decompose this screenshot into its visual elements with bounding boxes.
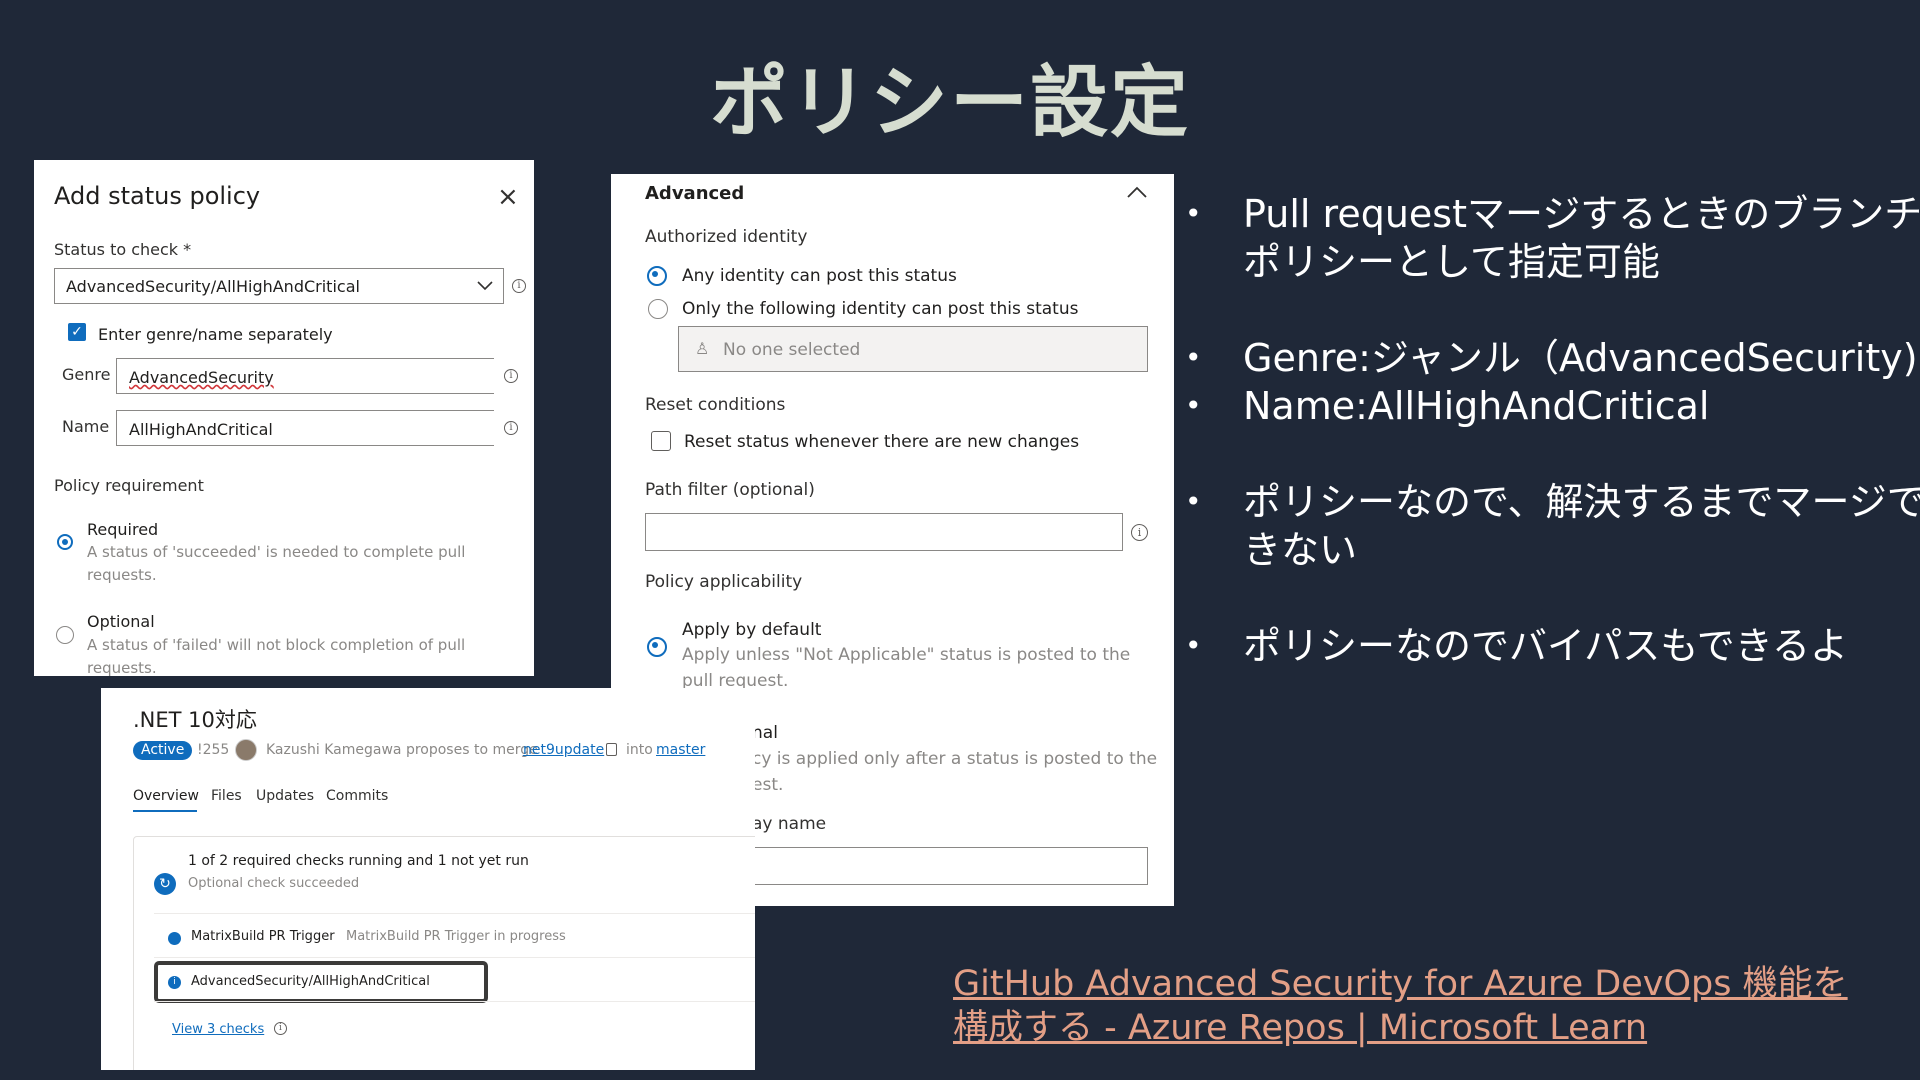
identity-placeholder: No one selected [723,340,861,360]
in-progress-icon [168,932,181,945]
chevron-up-icon[interactable] [1127,186,1147,198]
check-1-name[interactable]: MatrixBuild PR Trigger [191,929,335,944]
bullet-text: Genre:ジャンル（AdvancedSecurity) [1243,336,1918,380]
checks-card: ↻ 1 of 2 required checks running and 1 n… [133,836,755,1070]
only-identity-radio[interactable] [648,299,668,319]
genre-value: AdvancedSecurity [129,368,274,387]
bullet-text: ポリシーなのでバイパスもできるよ [1243,624,1848,668]
bullet-text: Pull requestマージするときのブランチ [1243,192,1920,236]
any-identity-label: Any identity can post this status [682,266,957,286]
bullet-text: ポリシーなので、解決するまでマージで [1243,480,1920,524]
name-input[interactable]: AllHighAndCritical [116,410,494,446]
tab-updates[interactable]: Updates [256,788,314,804]
reset-status-label: Reset status whenever there are new chan… [684,432,1080,452]
pr-author-text: Kazushi Kamegawa proposes to merge [266,742,538,758]
apply-default-radio[interactable] [647,637,667,657]
pr-title: .NET 10対応 [133,708,257,732]
person-icon: ♙ [695,339,710,358]
divider [154,1001,755,1002]
info-icon[interactable]: i [504,421,518,435]
dialog-title: Add status policy [54,182,261,210]
add-status-policy-dialog: Add status policy × Status to check * Ad… [34,160,534,676]
only-identity-label: Only the following identity can post thi… [682,299,1079,319]
check-1-status: MatrixBuild PR Trigger in progress [346,929,566,944]
optional-label: Optional [87,612,155,631]
separate-checkbox-label: Enter genre/name separately [98,325,333,344]
required-description-2: requests. [87,566,157,584]
advanced-header: Advanced [645,183,745,204]
status-value: AdvancedSecurity/AllHighAndCritical [66,277,360,296]
genre-input[interactable]: AdvancedSecurity [116,358,494,394]
path-filter-label: Path filter (optional) [645,480,815,500]
required-description: A status of 'succeeded' is needed to com… [87,543,466,561]
optional-radio[interactable] [56,626,74,644]
bullet-text: きない [1243,528,1358,572]
conditional-description-2: est. [752,775,784,795]
name-label: Name [62,417,110,436]
checks-subtitle: Optional check succeeded [188,876,360,891]
bullet-dot: • [1185,197,1202,230]
tab-files[interactable]: Files [211,788,242,804]
authorized-identity-label: Authorized identity [645,227,808,247]
reset-status-checkbox[interactable] [651,431,671,451]
copy-icon[interactable] [606,743,617,756]
tab-commits[interactable]: Commits [326,788,388,804]
into-text: into [626,742,653,758]
tab-overview[interactable]: Overview [133,788,199,804]
divider [154,913,755,914]
bullet-text: Name:AllHighAndCritical [1243,384,1710,428]
path-filter-input[interactable] [645,513,1123,551]
divider [154,957,755,958]
any-identity-radio[interactable] [647,266,667,286]
name-value: AllHighAndCritical [129,420,273,439]
target-branch-link[interactable]: master [656,742,705,758]
docs-link[interactable]: GitHub Advanced Security for Azure DevOp… [953,962,1848,1050]
reset-conditions-label: Reset conditions [645,395,786,415]
separate-checkbox[interactable]: ✓ [68,323,86,341]
policy-requirement-label: Policy requirement [54,476,204,495]
apply-default-description: Apply unless "Not Applicable" status is … [682,645,1131,665]
conditional-description: cy is applied only after a status is pos… [752,749,1158,769]
display-name-label: ay name [752,814,827,834]
check-2-name[interactable]: AdvancedSecurity/AllHighAndCritical [191,974,430,989]
status-to-check-dropdown[interactable]: AdvancedSecurity/AllHighAndCritical [54,268,504,304]
genre-label: Genre [62,365,111,384]
checks-summary: 1 of 2 required checks running and 1 not… [188,853,529,869]
optional-description-2: requests. [87,659,157,676]
close-icon[interactable]: × [497,184,519,210]
optional-description: A status of 'failed' will not block comp… [87,636,466,654]
conditional-label: nal [752,723,778,743]
bullet-dot: • [1185,485,1202,518]
bullet-dot: • [1185,629,1202,662]
pull-request-panel: .NET 10対応 Active !255 Kazushi Kamegawa p… [101,688,755,1070]
info-icon[interactable]: i [512,279,526,293]
identity-picker[interactable]: ♙ No one selected [678,326,1148,372]
avatar [235,739,257,761]
required-radio[interactable] [57,534,73,550]
status-badge: Active [133,741,193,760]
info-icon[interactable]: i [1131,524,1148,541]
info-icon: i [168,976,181,989]
info-icon[interactable]: i [274,1022,287,1035]
status-to-check-label: Status to check * [54,240,192,259]
required-label: Required [87,520,159,539]
bullet-dot: • [1185,341,1202,374]
info-icon[interactable]: i [504,369,518,383]
source-branch-link[interactable]: net9update [523,742,604,758]
chevron-down-icon [477,281,493,291]
docs-link-line-2[interactable]: 構成する - Azure Repos | Microsoft Learn [953,1006,1848,1050]
pr-id: !255 [197,742,230,758]
docs-link-line-1[interactable]: GitHub Advanced Security for Azure DevOp… [953,962,1848,1006]
sync-icon: ↻ [154,873,176,895]
tab-overview-indicator [133,810,197,812]
apply-default-label: Apply by default [682,620,822,640]
bullet-dot: • [1185,389,1202,422]
view-checks-link[interactable]: View 3 checks [172,1022,264,1037]
slide-title: ポリシー設定 [709,58,1190,148]
bullet-text: ポリシーとして指定可能 [1243,240,1660,284]
policy-applicability-label: Policy applicability [645,572,803,592]
